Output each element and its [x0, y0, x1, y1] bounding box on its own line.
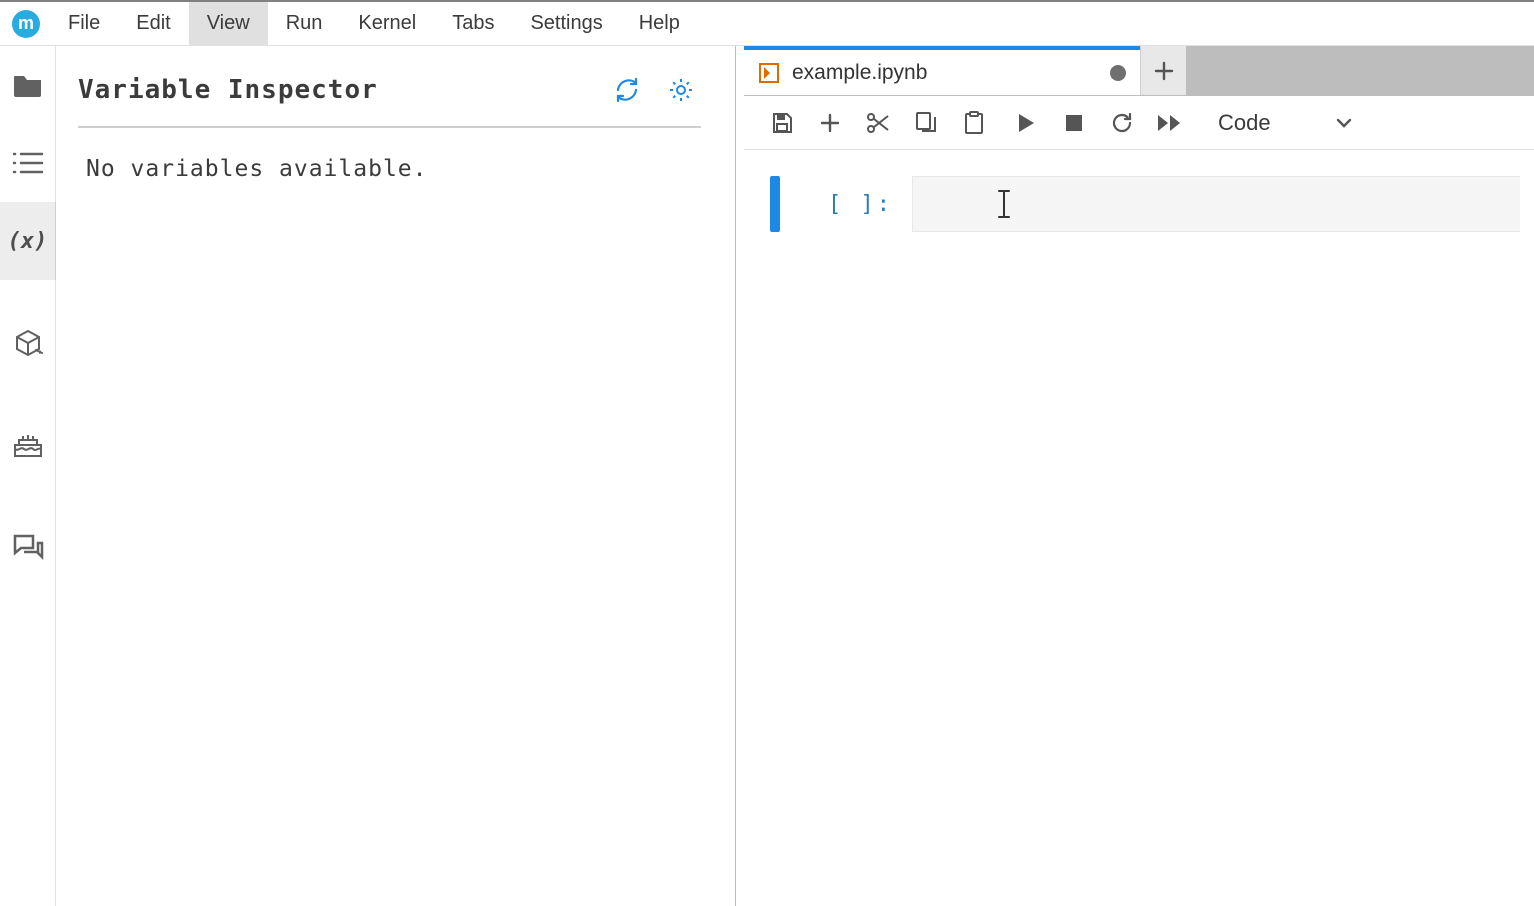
app-logo-icon: m	[12, 10, 40, 38]
notebook-body[interactable]: [ ]:	[744, 150, 1534, 906]
menubar: m File Edit View Run Kernel Tabs Setting…	[0, 0, 1534, 46]
main-area: example.ipynb	[744, 46, 1534, 906]
activity-toc[interactable]	[0, 124, 56, 202]
restart-button[interactable]	[1098, 103, 1146, 143]
unsaved-indicator-icon	[1110, 65, 1126, 81]
fast-forward-icon	[1157, 114, 1183, 132]
variable-icon: (x)	[8, 229, 48, 254]
cell-selection-bar	[770, 176, 780, 232]
settings-button[interactable]	[661, 70, 701, 110]
restart-run-all-button[interactable]	[1146, 103, 1194, 143]
cell-prompt: [ ]:	[828, 176, 896, 232]
clipboard-icon	[964, 111, 984, 135]
chevron-down-icon	[1335, 114, 1353, 132]
text-cursor-icon	[995, 189, 1013, 219]
new-tab-button[interactable]	[1140, 46, 1186, 95]
panel-empty-message: No variables available.	[78, 156, 701, 182]
scissors-icon	[866, 112, 890, 134]
chat-icon	[12, 533, 44, 561]
menu-help[interactable]: Help	[621, 2, 698, 46]
restart-icon	[1110, 111, 1134, 135]
activity-bar: (x)	[0, 46, 56, 906]
insert-cell-button[interactable]	[806, 103, 854, 143]
notebook-toolbar: Code	[744, 96, 1534, 150]
activity-folder[interactable]	[0, 46, 56, 124]
gear-icon	[668, 77, 694, 103]
panel-title: Variable Inspector	[78, 75, 593, 105]
plus-icon	[819, 112, 841, 134]
stop-icon	[1065, 114, 1083, 132]
activity-extensions[interactable]	[0, 406, 56, 484]
activity-chat[interactable]	[0, 508, 56, 586]
menu-edit[interactable]: Edit	[118, 2, 188, 46]
list-icon	[12, 150, 44, 176]
stop-button[interactable]	[1050, 103, 1098, 143]
cell-type-select[interactable]: Code	[1212, 106, 1363, 140]
code-cell[interactable]: [ ]:	[770, 176, 1534, 232]
panel-divider	[78, 126, 701, 128]
tab-example-notebook[interactable]: example.ipynb	[744, 46, 1140, 95]
notebook-icon	[758, 62, 780, 84]
refresh-button[interactable]	[607, 70, 647, 110]
package-icon	[13, 328, 43, 358]
run-button[interactable]	[1002, 103, 1050, 143]
scrollbar[interactable]	[1520, 150, 1534, 906]
paste-button[interactable]	[950, 103, 998, 143]
tab-title: example.ipynb	[792, 61, 1084, 85]
menu-view[interactable]: View	[189, 2, 268, 46]
save-icon	[771, 112, 793, 134]
refresh-icon	[614, 77, 640, 103]
save-button[interactable]	[758, 103, 806, 143]
play-icon	[1017, 113, 1035, 133]
menu-file[interactable]: File	[50, 2, 118, 46]
menu-kernel[interactable]: Kernel	[340, 2, 434, 46]
menu-run[interactable]: Run	[268, 2, 341, 46]
copy-icon	[915, 111, 937, 135]
cake-icon	[12, 431, 44, 459]
panel-header: Variable Inspector	[78, 70, 701, 110]
activity-variable-inspector[interactable]: (x)	[0, 202, 56, 280]
cut-button[interactable]	[854, 103, 902, 143]
copy-button[interactable]	[902, 103, 950, 143]
plus-icon	[1154, 61, 1174, 81]
activity-package[interactable]	[0, 304, 56, 382]
tab-bar: example.ipynb	[744, 46, 1534, 96]
cell-type-value: Code	[1218, 110, 1271, 136]
panel-splitter[interactable]	[736, 46, 744, 906]
menu-tabs[interactable]: Tabs	[434, 2, 512, 46]
cell-input[interactable]	[912, 176, 1534, 232]
variable-inspector-panel: Variable Inspector No variables availabl…	[56, 46, 736, 906]
menu-settings[interactable]: Settings	[512, 2, 620, 46]
folder-icon	[13, 72, 43, 98]
